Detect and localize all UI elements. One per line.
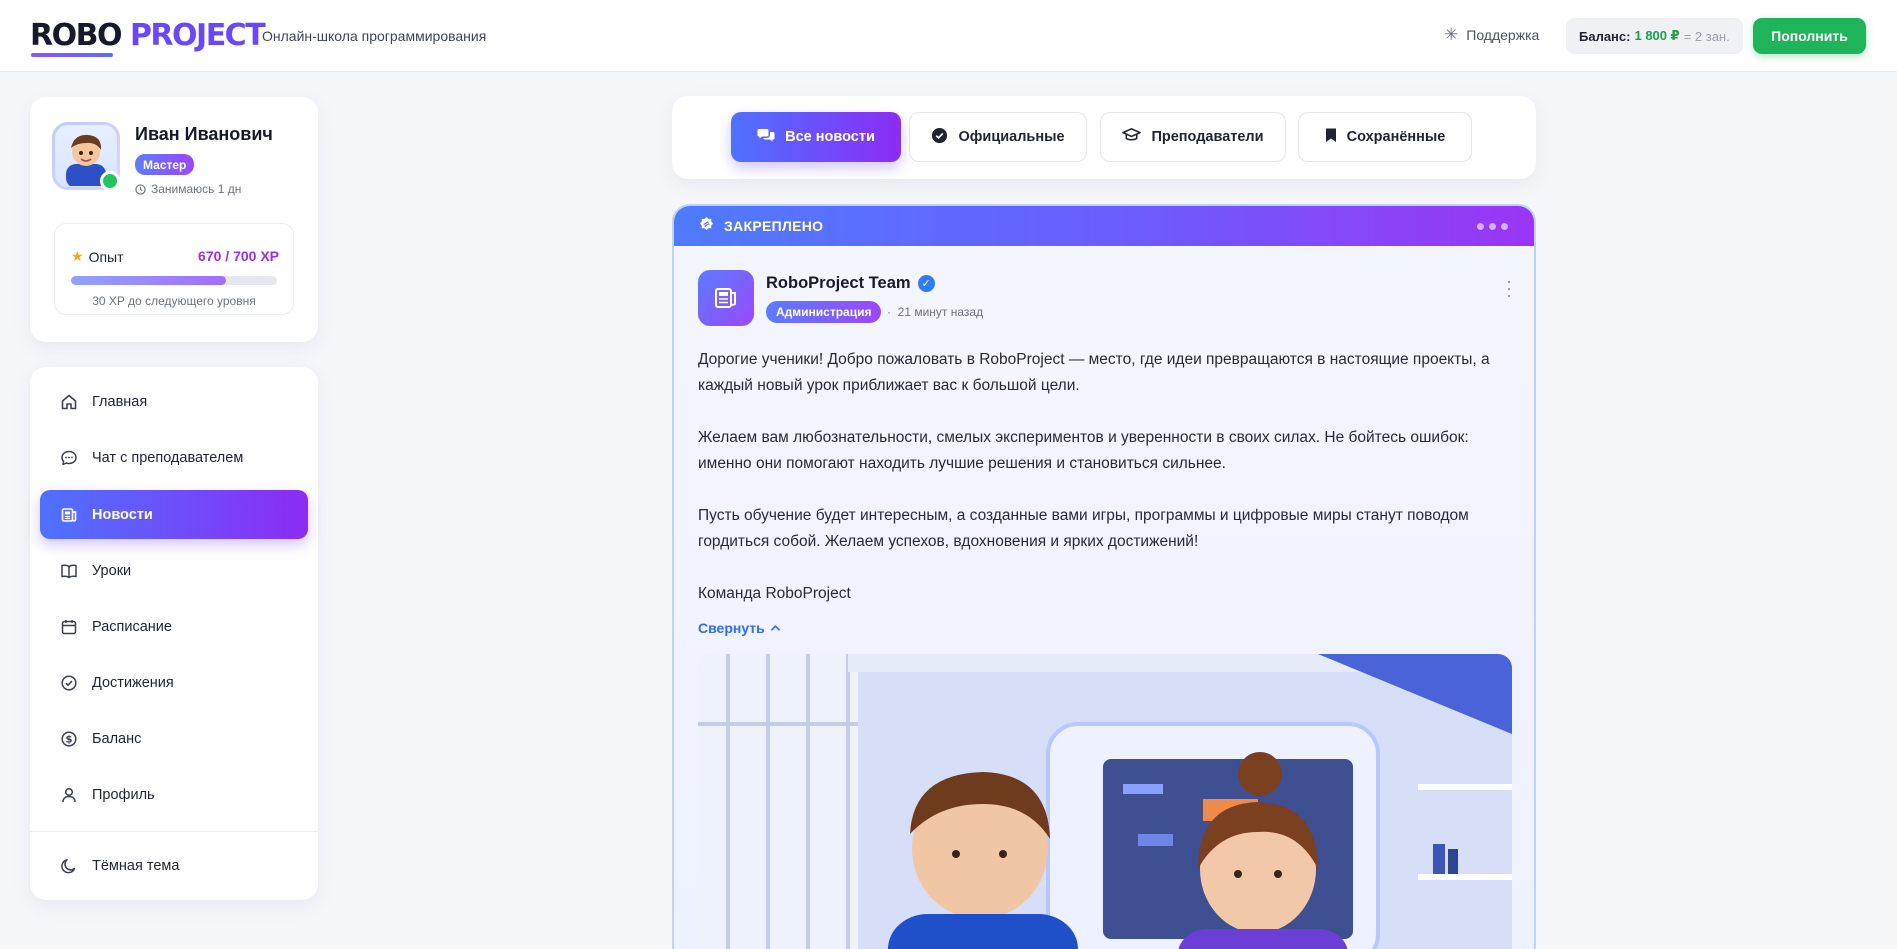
post-body: Дорогие ученики! Добро пожаловать в Robo…: [698, 347, 1518, 607]
sidebar-item-profile[interactable]: Профиль: [40, 770, 308, 819]
studying-label: Занимаюсь 1 дн: [151, 182, 242, 196]
xp-progress-fill: [71, 276, 226, 285]
author-avatar[interactable]: [698, 270, 754, 326]
user-icon: [60, 786, 78, 804]
sidebar-item-home[interactable]: Главная: [40, 377, 308, 426]
topup-button[interactable]: Пополнить: [1753, 18, 1866, 54]
sidebar-nav: Главная Чат с преподавателем Новости Уро…: [30, 367, 318, 900]
classroom-illustration: [698, 654, 1512, 949]
balance-label: Баланс:: [1579, 28, 1631, 44]
tab-label: Сохранённые: [1346, 129, 1446, 145]
online-status-dot: [100, 171, 120, 191]
studying-duration: Занимаюсь 1 дн: [135, 182, 241, 196]
pinned-label: ЗАКРЕПЛЕНО: [724, 218, 824, 234]
tab-teachers[interactable]: Преподаватели: [1100, 112, 1286, 162]
tab-label: Официальные: [958, 129, 1065, 145]
xp-label: Опыт: [88, 248, 124, 265]
logo-underline: [31, 53, 113, 57]
sidebar-item-achievements[interactable]: Достижения: [40, 658, 308, 707]
support-label: Поддержка: [1466, 27, 1540, 43]
post-image[interactable]: [698, 654, 1512, 949]
xp-progress-bar: [71, 276, 277, 285]
rank-badge: Мастер: [135, 154, 195, 175]
logo-robo: ROBO: [30, 18, 122, 53]
logo-project: PROJECT: [129, 18, 266, 53]
profile-card: Иван Иванович Мастер Занимаюсь 1 дн ★ Оп…: [30, 97, 318, 342]
tagline: Онлайн-школа программирования: [262, 28, 487, 44]
balance-widget: Баланс: 1 800 ₽ = 2 зан.: [1566, 18, 1743, 54]
pinned-post: ЗАКРЕПЛЕНО RoboProject Team ✓ Администра…: [672, 204, 1536, 949]
moon-icon: [60, 857, 78, 875]
calendar-icon: [60, 618, 78, 636]
post-paragraph: Желаем вам любознательности, смелых эксп…: [698, 429, 1469, 472]
sidebar-item-label: Баланс: [92, 730, 142, 747]
support-icon: ✳: [1444, 25, 1459, 44]
sidebar-item-label: Расписание: [92, 618, 172, 635]
graduation-cap-icon: [1122, 127, 1142, 147]
user-name: Иван Иванович: [135, 124, 273, 144]
sidebar-item-chat[interactable]: Чат с преподавателем: [40, 433, 308, 482]
book-icon: [60, 562, 78, 580]
post-time: · 21 минут назад: [887, 305, 984, 319]
sidebar-item-lessons[interactable]: Уроки: [40, 546, 308, 595]
post-time-text: 21 минут назад: [897, 305, 984, 319]
newspaper-icon: [60, 506, 78, 524]
tab-official[interactable]: Официальные: [909, 112, 1087, 162]
theme-toggle-label: Тёмная тема: [92, 857, 180, 874]
xp-title: ★ Опыт: [71, 248, 124, 265]
xp-value: 670 / 700 XP: [198, 248, 279, 264]
svg-text:$: $: [66, 734, 73, 745]
post-signature: Команда RoboProject: [698, 585, 851, 602]
author-name[interactable]: RoboProject Team ✓: [766, 274, 935, 293]
support-link[interactable]: ✳ Поддержка: [1444, 25, 1540, 44]
balance-amount: 1 800 ₽: [1634, 28, 1680, 43]
sidebar-item-balance[interactable]: $ Баланс: [40, 714, 308, 763]
tab-label: Преподаватели: [1151, 129, 1264, 145]
clock-icon: [135, 183, 146, 195]
sidebar-item-label: Главная: [92, 393, 148, 410]
tab-label: Все новости: [785, 129, 875, 145]
check-circle-icon: [60, 674, 78, 692]
newspaper-icon: [715, 288, 736, 308]
post-paragraph: Дорогие ученики! Добро пожаловать в Robo…: [698, 351, 1490, 394]
tab-all-news[interactable]: Все новости: [731, 112, 901, 162]
sidebar-item-label: Профиль: [92, 786, 155, 803]
top-header: ROBO PROJECT Онлайн-школа программирован…: [0, 0, 1897, 72]
xp-box: ★ Опыт 670 / 700 XP 30 XP до следующего …: [54, 223, 294, 315]
sidebar-item-schedule[interactable]: Расписание: [40, 602, 308, 651]
author-role-badge: Администрация: [766, 301, 882, 323]
bookmark-icon: [1325, 127, 1337, 147]
home-icon: [60, 393, 78, 411]
sidebar-item-label: Чат с преподавателем: [92, 449, 244, 466]
more-options-icon[interactable]: · · ·: [1499, 272, 1519, 304]
news-filter-tabs: Все новости Официальные Преподаватели Со…: [672, 96, 1536, 179]
chevron-up-icon: [770, 624, 780, 631]
star-icon: ★: [71, 248, 84, 264]
sidebar-item-label: Достижения: [92, 674, 174, 691]
sidebar-item-label: Уроки: [92, 562, 132, 579]
collapse-button[interactable]: Свернуть: [698, 620, 781, 636]
balance-lessons: = 2 зан.: [1683, 28, 1730, 44]
xp-next-level: 30 XP до следующего уровня: [92, 294, 256, 308]
dollar-icon: $: [60, 730, 78, 748]
tab-saved[interactable]: Сохранённые: [1298, 112, 1472, 162]
post-paragraph: Пусть обучение будет интересным, а созда…: [698, 507, 1469, 550]
sidebar-item-news[interactable]: Новости: [40, 490, 308, 539]
chat-bubbles-icon: [757, 127, 775, 147]
sidebar-item-label: Новости: [92, 506, 153, 523]
collapse-label: Свернуть: [698, 620, 765, 636]
nav-divider: [30, 831, 318, 832]
author-name-text: RoboProject Team: [766, 274, 911, 292]
pin-icon: [698, 216, 715, 236]
theme-toggle[interactable]: Тёмная тема: [40, 841, 308, 890]
pinned-dots-icon: [1477, 223, 1508, 230]
logo[interactable]: ROBO PROJECT: [30, 18, 266, 58]
pinned-bar: ЗАКРЕПЛЕНО: [674, 206, 1534, 246]
check-badge-icon: [931, 127, 948, 148]
chat-icon: [60, 449, 78, 467]
verified-icon: ✓: [917, 275, 935, 292]
